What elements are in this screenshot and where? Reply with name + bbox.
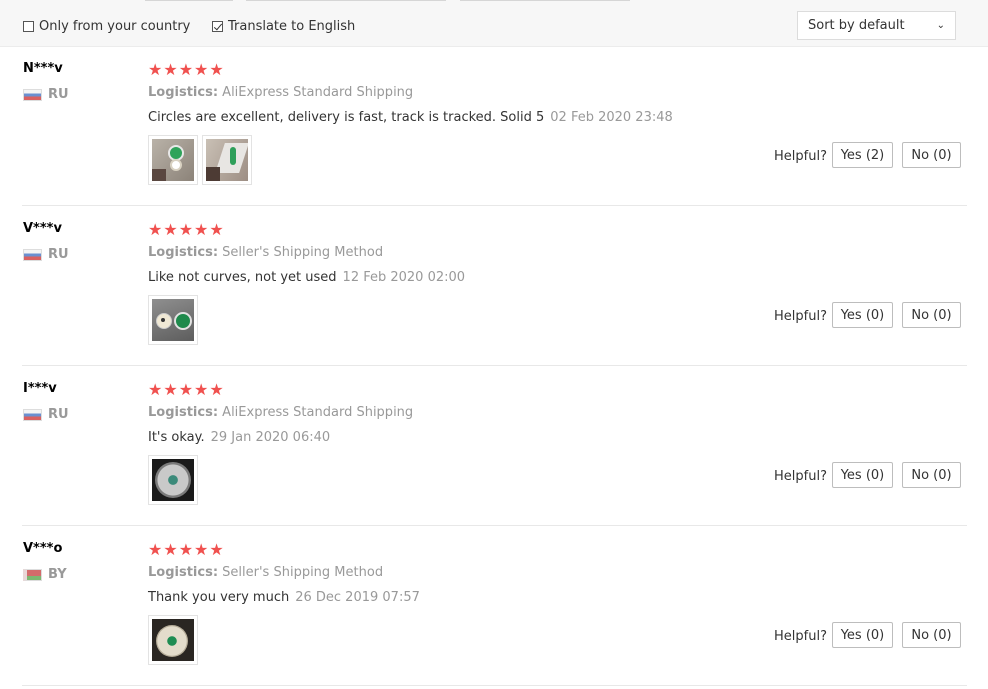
- star-rating: ★★★★★: [148, 380, 225, 399]
- top-tab-edge: [246, 0, 446, 1]
- country-code: BY: [48, 567, 67, 582]
- logistics-method: AliExpress Standard Shipping: [222, 85, 414, 100]
- logistics-label: Logistics:: [148, 565, 219, 580]
- country-code: RU: [48, 407, 69, 422]
- star-rating: ★★★★★: [148, 60, 225, 79]
- only-country-label: Only from your country: [39, 19, 191, 34]
- comment-text: It's okay.: [148, 430, 205, 445]
- helpful-no-button[interactable]: No (0): [902, 302, 961, 328]
- reviewer-name: V***o: [23, 541, 63, 556]
- only-country-checkbox[interactable]: Only from your country: [23, 19, 190, 34]
- logistics-method: Seller's Shipping Method: [222, 565, 384, 580]
- helpful-label: Helpful?: [774, 629, 827, 644]
- checkbox-unchecked-icon[interactable]: [23, 21, 34, 32]
- review-comment: It's okay. 29 Jan 2020 06:40: [148, 430, 330, 445]
- translate-checkbox[interactable]: Translate to English: [212, 19, 355, 34]
- chevron-down-icon: ⌄: [936, 20, 945, 31]
- country-code: RU: [48, 247, 69, 262]
- review-item: V***o BY ★★★★★ Logistics: Seller's Shipp…: [22, 525, 967, 686]
- comment-text: Circles are excellent, delivery is fast,…: [148, 110, 545, 125]
- logistics-label: Logistics:: [148, 405, 219, 420]
- review-photo-thumbnail[interactable]: [148, 135, 198, 185]
- helpful-label: Helpful?: [774, 309, 827, 324]
- country-code: RU: [48, 87, 69, 102]
- star-rating: ★★★★★: [148, 540, 225, 559]
- reviewer-name: N***v: [23, 61, 63, 76]
- reviewer-name: V***v: [23, 221, 62, 236]
- checkbox-checked-icon[interactable]: [212, 21, 223, 32]
- logistics-label: Logistics:: [148, 245, 219, 260]
- helpful-yes-button[interactable]: Yes (2): [832, 142, 893, 168]
- reviewer-name: I***v: [23, 381, 57, 396]
- review-comment: Thank you very much 26 Dec 2019 07:57: [148, 590, 420, 605]
- review-photo-thumbnail[interactable]: [148, 295, 198, 345]
- helpful-yes-button[interactable]: Yes (0): [832, 302, 893, 328]
- review-photos: [148, 295, 202, 345]
- logistics-method: Seller's Shipping Method: [222, 245, 384, 260]
- logistics-info: Logistics: AliExpress Standard Shipping: [148, 85, 413, 100]
- review-date: 12 Feb 2020 02:00: [342, 270, 466, 285]
- logistics-info: Logistics: Seller's Shipping Method: [148, 245, 383, 260]
- logistics-label: Logistics:: [148, 85, 219, 100]
- sort-selected-value: Sort by default: [808, 18, 905, 33]
- russia-flag-icon: [23, 248, 42, 261]
- top-tab-edge: [145, 0, 233, 1]
- top-tab-strip: [0, 0, 988, 2]
- helpful-yes-button[interactable]: Yes (0): [832, 462, 893, 488]
- reviewer-country: RU: [23, 87, 69, 102]
- review-date: 29 Jan 2020 06:40: [210, 430, 331, 445]
- helpful-yes-button[interactable]: Yes (0): [832, 622, 893, 648]
- review-comment: Like not curves, not yet used 12 Feb 2020…: [148, 270, 465, 285]
- helpful-no-button[interactable]: No (0): [902, 462, 961, 488]
- review-photo-thumbnail[interactable]: [148, 455, 198, 505]
- helpful-label: Helpful?: [774, 469, 827, 484]
- review-date: 02 Feb 2020 23:48: [550, 110, 673, 125]
- review-photos: [148, 135, 256, 185]
- helpful-no-button[interactable]: No (0): [902, 622, 961, 648]
- review-photo-thumbnail[interactable]: [148, 615, 198, 665]
- logistics-method: AliExpress Standard Shipping: [222, 405, 414, 420]
- review-date: 26 Dec 2019 07:57: [295, 590, 420, 605]
- russia-flag-icon: [23, 408, 42, 421]
- russia-flag-icon: [23, 88, 42, 101]
- review-photos: [148, 615, 202, 665]
- belarus-flag-icon: [23, 568, 42, 581]
- review-photos: [148, 455, 202, 505]
- reviewer-country: RU: [23, 247, 69, 262]
- logistics-info: Logistics: AliExpress Standard Shipping: [148, 405, 413, 420]
- review-item: I***v RU ★★★★★ Logistics: AliExpress Sta…: [22, 365, 967, 526]
- review-item: V***v RU ★★★★★ Logistics: Seller's Shipp…: [22, 205, 967, 366]
- reviewer-country: RU: [23, 407, 69, 422]
- review-photo-thumbnail[interactable]: [202, 135, 252, 185]
- review-comment: Circles are excellent, delivery is fast,…: [148, 110, 673, 125]
- reviewer-country: BY: [23, 567, 67, 582]
- logistics-info: Logistics: Seller's Shipping Method: [148, 565, 383, 580]
- comment-text: Thank you very much: [148, 590, 290, 605]
- star-rating: ★★★★★: [148, 220, 225, 239]
- helpful-label: Helpful?: [774, 149, 827, 164]
- top-tab-edge: [460, 0, 630, 1]
- review-item: N***v RU ★★★★★ Logistics: AliExpress Sta…: [22, 45, 967, 206]
- translate-label: Translate to English: [228, 19, 356, 34]
- comment-text: Like not curves, not yet used: [148, 270, 337, 285]
- helpful-no-button[interactable]: No (0): [902, 142, 961, 168]
- filter-bar: Only from your country Translate to Engl…: [0, 0, 988, 47]
- sort-dropdown[interactable]: Sort by default ⌄: [797, 11, 956, 40]
